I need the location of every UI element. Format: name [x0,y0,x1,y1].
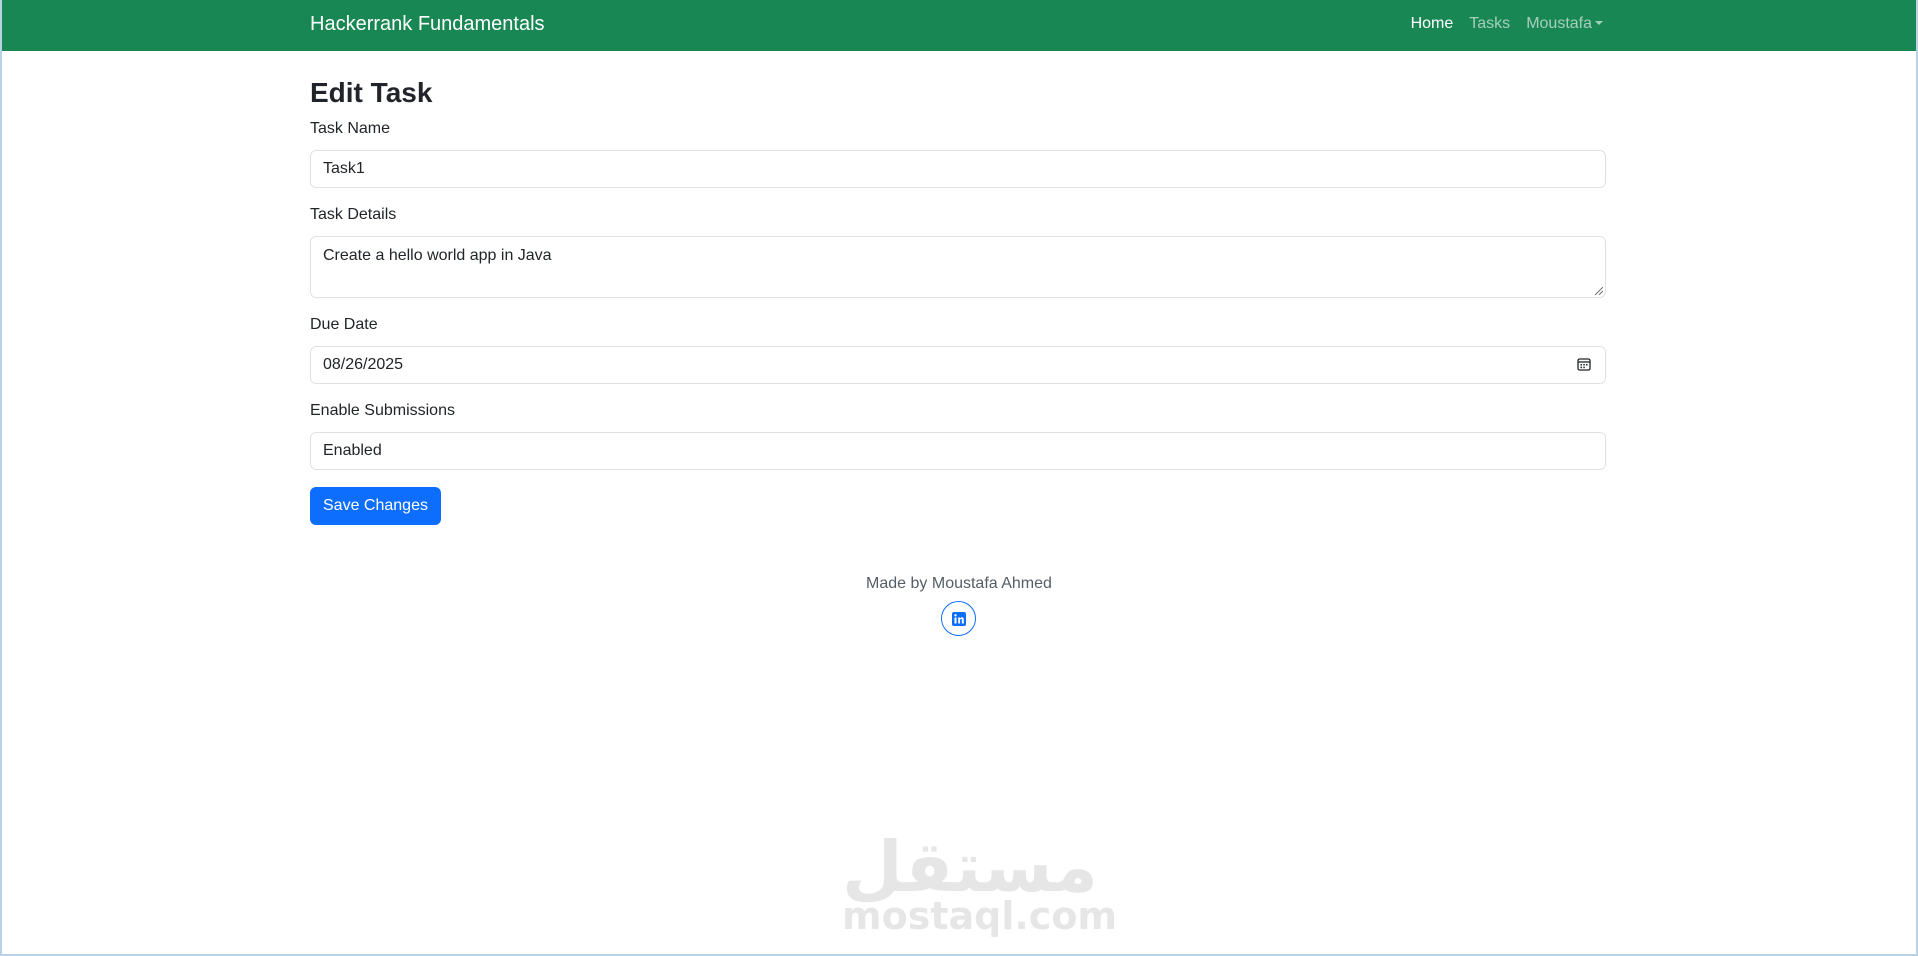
nav-link-home[interactable]: Home [1411,15,1454,33]
task-name-value: Task1 [323,160,365,177]
task-name-label: Task Name [310,120,391,137]
watermark-logo: مستقل mostaql.com [842,826,1118,938]
enable-submissions-select[interactable]: Enabled [310,432,1606,470]
task-details-textarea[interactable]: Create a hello world app in Java [310,236,1606,298]
linkedin-link[interactable] [941,601,976,636]
task-name-input[interactable]: Task1 [310,150,1606,188]
nav-dropdown-user[interactable]: Moustafa [1526,15,1603,33]
task-details-label: Task Details [310,206,397,223]
enable-submissions-label: Enable Submissions [310,402,455,419]
watermark-arabic: مستقل [842,826,1099,908]
due-date-label: Due Date [310,316,378,333]
resize-handle-icon[interactable] [1595,287,1603,295]
watermark-latin: mostaql.com [842,894,1118,938]
task-details-value: Create a hello world app in Java [323,247,552,264]
nav-link-tasks[interactable]: Tasks [1469,15,1510,33]
calendar-icon[interactable] [1577,357,1591,371]
caret-down-icon [1595,21,1603,25]
nav-links: Home Tasks Moustafa [1411,15,1603,33]
page-title: Edit Task [310,77,433,108]
save-changes-button[interactable]: Save Changes [310,487,441,525]
nav-dropdown-label: Moustafa [1526,15,1592,32]
navbar-brand[interactable]: Hackerrank Fundamentals [310,13,545,36]
due-date-value: 08/26/2025 [323,356,404,373]
due-date-input[interactable]: 08/26/2025 [310,346,1606,384]
navbar: Hackerrank Fundamentals Home Tasks Moust… [2,0,1916,51]
enable-submissions-value: Enabled [323,442,382,459]
browser-frame [0,0,1918,956]
footer-credit: Made by Moustafa Ahmed [866,575,1052,592]
linkedin-icon [951,611,966,626]
